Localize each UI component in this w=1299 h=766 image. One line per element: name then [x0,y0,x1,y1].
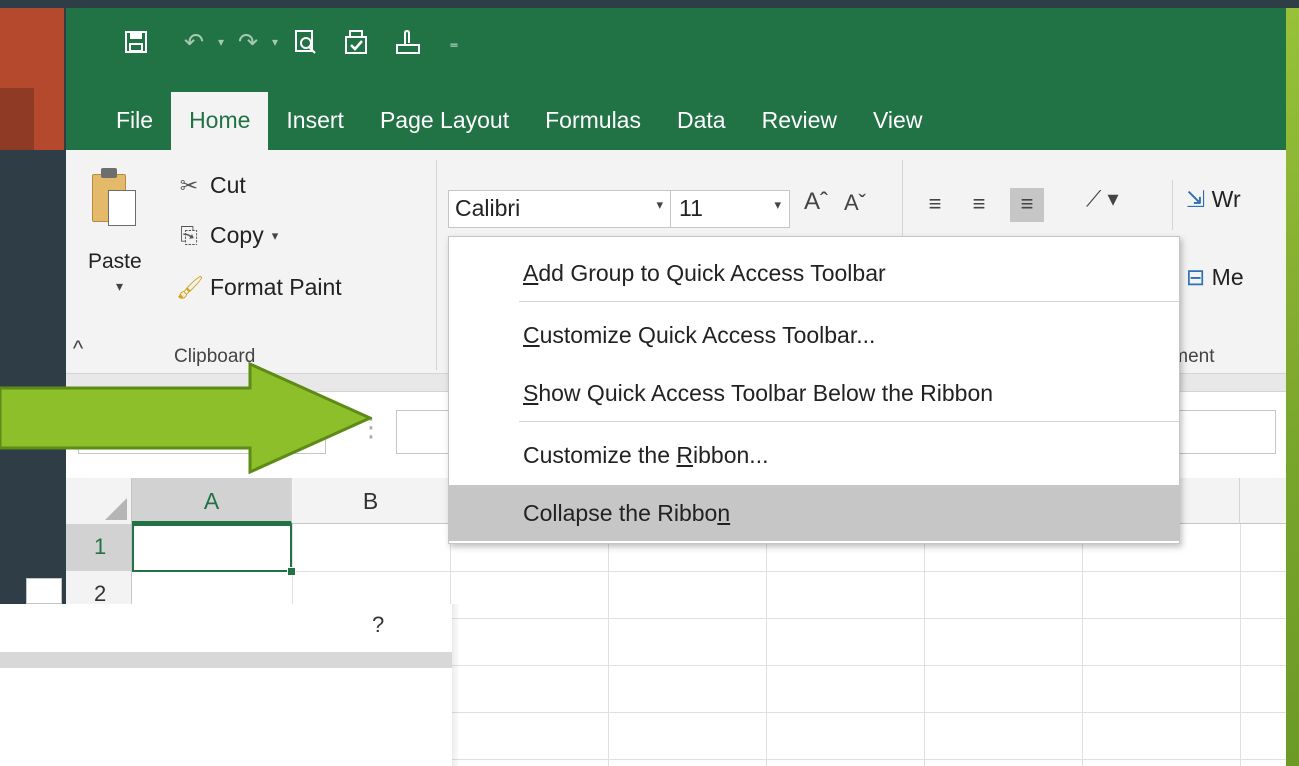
help-icon[interactable]: ? [372,612,384,638]
ribbon-tabs: File Home Insert Page Layout Formulas Da… [66,92,940,150]
menu-separator [519,301,1179,302]
tab-formulas[interactable]: Formulas [527,92,659,150]
customize-qat-icon[interactable]: ₌ [434,22,474,62]
font-name-select[interactable]: Calibri ▾ [448,190,672,228]
bottom-align-icon[interactable]: ≡ [1010,188,1044,222]
slide-checkbox-fragment [26,578,62,604]
slide-top-strip [0,0,1299,8]
font-size-value: 11 [679,195,703,221]
tab-data[interactable]: Data [659,92,744,150]
gridline [766,524,767,766]
redo-dropdown-icon[interactable]: ▾ [268,22,282,62]
touch-mode-icon[interactable] [382,22,434,62]
gridline [1082,524,1083,766]
column-header-a[interactable]: A [132,478,292,524]
font-name-value: Calibri [455,195,521,221]
format-painter-button[interactable]: 🖌 Format Paint [176,274,342,301]
wrap-text-label: Wr [1211,186,1241,212]
tab-file[interactable]: File [66,92,171,150]
font-name-dropdown-icon: ▾ [656,197,663,212]
group-divider [436,160,437,370]
group-divider [1172,180,1173,230]
menu-item-add-group-to-qat[interactable]: Add Group to Quick Access Toolbar [449,245,1179,301]
copy-label: Copy [210,222,264,248]
cut-button[interactable]: ✂ Cut [176,172,246,199]
merge-icon: ⊟ [1186,264,1206,290]
cut-label: Cut [210,172,246,198]
undo-dropdown-icon[interactable]: ▾ [214,22,228,62]
wrap-text-button[interactable]: ⇲ Wr [1186,186,1241,213]
green-arrow-icon [0,362,372,474]
decrease-font-size-icon[interactable]: Aˇ [844,190,866,216]
format-painter-label: Format Paint [210,274,342,300]
dialog-fragment: ? [0,604,452,766]
copy-icon: ⎘ [180,222,198,248]
ribbon-context-menu: Add Group to Quick Access Toolbar Custom… [448,236,1180,544]
copy-button[interactable]: ⎘ Copy ▾ [176,222,278,249]
tab-insert[interactable]: Insert [268,92,362,150]
merge-label: Me [1211,264,1244,290]
save-icon[interactable] [116,22,156,62]
menu-separator [519,421,1179,422]
tab-page-layout[interactable]: Page Layout [362,92,527,150]
wrap-text-icon: ⇲ [1186,186,1206,212]
quick-access-toolbar: ↶ ▾ ↷ ▾ ₌ [66,8,474,76]
active-cell-a1[interactable] [132,524,296,576]
top-align-icon[interactable]: ≡ [918,188,952,222]
paste-dropdown-icon[interactable]: ▾ [116,278,123,295]
orientation-icon[interactable]: ⟋ ▾ [1086,186,1119,212]
paste-icon[interactable] [92,168,136,230]
print-preview-icon[interactable] [282,22,330,62]
slide-accent-dark-orange [0,88,34,150]
gridline [132,571,1286,572]
undo-icon[interactable]: ↶ [174,22,214,62]
row-header-1[interactable]: 1 [66,524,132,571]
middle-align-icon[interactable]: ≡ [962,188,996,222]
fill-handle[interactable] [287,567,296,576]
redo-icon[interactable]: ↷ [228,22,268,62]
gridline [608,524,609,766]
select-all-button[interactable] [66,478,132,524]
font-size-select[interactable]: 11 ▾ [670,190,790,228]
scissors-icon: ✂ [179,172,199,198]
gridline [924,524,925,766]
increase-font-size-icon[interactable]: Aˆ [804,188,828,216]
collapse-ribbon-caret-icon[interactable]: ^ [66,336,90,362]
column-header-b[interactable]: B [292,478,450,524]
dialog-fragment-shadow [452,604,460,766]
menu-item-customize-ribbon[interactable]: Customize the Ribbon... [449,427,1179,483]
paste-button[interactable]: Paste [88,250,142,274]
copy-dropdown-icon[interactable]: ▾ [272,228,279,244]
title-bar: ↶ ▾ ↷ ▾ ₌ File Home Insert Page Layout F… [66,8,1286,150]
tab-view[interactable]: View [855,92,940,150]
merge-center-button[interactable]: ⊟ Me [1186,264,1244,291]
dialog-fragment-bar [0,652,452,668]
font-size-dropdown-icon: ▾ [774,197,781,212]
menu-item-customize-qat[interactable]: Customize Quick Access Toolbar... [449,307,1179,363]
tab-home[interactable]: Home [171,92,269,150]
menu-item-show-qat-below-ribbon[interactable]: Show Quick Access Toolbar Below the Ribb… [449,365,1179,421]
paintbrush-icon: 🖌 [176,274,204,300]
tab-review[interactable]: Review [744,92,855,150]
menu-item-collapse-ribbon[interactable]: Collapse the Ribbon [449,485,1179,541]
spell-check-icon[interactable] [330,22,382,62]
gridline [1240,524,1241,766]
